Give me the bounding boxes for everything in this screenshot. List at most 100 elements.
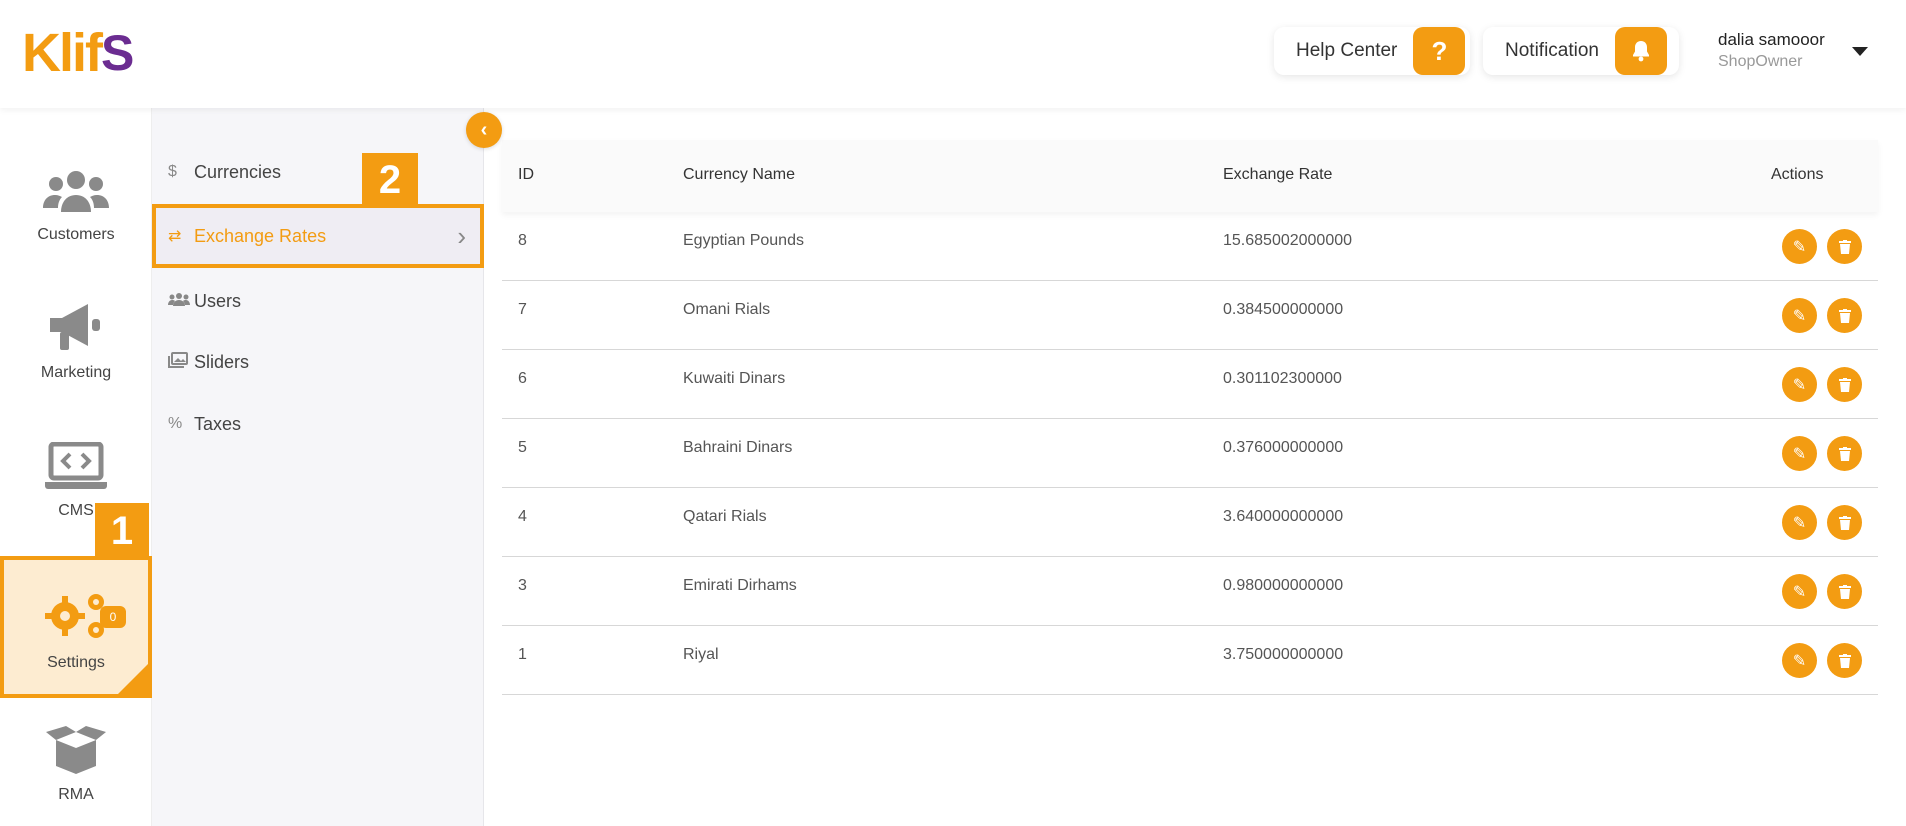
megaphone-icon xyxy=(50,304,100,350)
users-icon xyxy=(168,292,194,311)
cell-exchange-rate: 0.301102300000 xyxy=(1223,370,1342,387)
column-header-actions: Actions xyxy=(1771,166,1824,183)
table-row: 6 Kuwaiti Dinars 0.301102300000 ✎ xyxy=(502,350,1878,419)
submenu-item-label: Exchange Rates xyxy=(194,225,327,246)
top-bar: Klif S Help Center ? Notification dalia s… xyxy=(0,0,1906,108)
question-icon[interactable]: ? xyxy=(1413,27,1466,75)
step-marker-2: 2 xyxy=(362,153,418,207)
trash-icon[interactable] xyxy=(1827,367,1862,402)
cell-id: 8 xyxy=(518,232,527,249)
cell-id: 3 xyxy=(518,577,527,594)
logo-text-main: Klif xyxy=(22,23,103,83)
nav-customers-label: Customers xyxy=(37,226,115,243)
cell-exchange-rate: 3.640000000000 xyxy=(1223,508,1344,525)
cell-currency-name: Qatari Rials xyxy=(683,508,767,525)
chevron-down-icon[interactable] xyxy=(1852,47,1868,56)
nav-marketing[interactable]: Marketing xyxy=(0,266,152,404)
logo[interactable]: Klif S xyxy=(22,23,134,83)
cell-id: 6 xyxy=(518,370,527,387)
row-actions: ✎ xyxy=(1782,574,1862,609)
table-row: 1 Riyal 3.750000000000 ✎ xyxy=(502,626,1878,695)
notification-button[interactable]: Notification xyxy=(1483,27,1679,75)
rma-count-badge: 0 xyxy=(100,606,126,628)
column-header-exchange-rate: Exchange Rate xyxy=(1223,166,1333,183)
exchange-icon: ⇄ xyxy=(168,228,182,245)
cell-exchange-rate: 15.685002000000 xyxy=(1223,232,1353,249)
nav-marketing-label: Marketing xyxy=(40,364,112,381)
cell-exchange-rate: 0.376000000000 xyxy=(1223,439,1344,456)
cell-currency-name: Kuwaiti Dinars xyxy=(683,370,786,387)
edit-icon[interactable]: ✎ xyxy=(1782,643,1817,678)
submenu-item-currencies[interactable]: $ Currencies xyxy=(152,142,484,202)
submenu-item-label: Currencies xyxy=(194,161,282,182)
cell-exchange-rate: 0.384500000000 xyxy=(1223,301,1344,318)
edit-icon[interactable]: ✎ xyxy=(1782,298,1817,333)
cell-currency-name: Riyal xyxy=(683,646,719,663)
table-row: 3 Emirati Dirhams 0.980000000000 ✎ xyxy=(502,557,1878,626)
row-actions: ✎ xyxy=(1782,298,1862,333)
trash-icon[interactable] xyxy=(1827,229,1862,264)
dollar-icon: $ xyxy=(168,163,177,180)
column-header-id: ID xyxy=(518,166,534,183)
trash-icon[interactable] xyxy=(1827,574,1862,609)
nav-settings-label: Settings xyxy=(47,654,105,671)
table-row: 5 Bahraini Dinars 0.376000000000 ✎ xyxy=(502,419,1878,488)
submenu-item-taxes[interactable]: % Taxes xyxy=(152,394,484,454)
cell-currency-name: Omani Rials xyxy=(683,301,771,318)
exchange-rates-table: ID Currency Name Exchange Rate Actions 8… xyxy=(502,140,1878,695)
open-box-icon xyxy=(46,726,106,774)
cell-id: 4 xyxy=(518,508,527,525)
cell-currency-name: Bahraini Dinars xyxy=(683,439,793,456)
cell-id: 5 xyxy=(518,439,527,456)
bell-icon[interactable] xyxy=(1615,27,1667,75)
edit-icon[interactable]: ✎ xyxy=(1782,574,1817,609)
edit-icon[interactable]: ✎ xyxy=(1782,505,1817,540)
code-laptop-icon xyxy=(45,442,107,489)
submenu-item-users[interactable]: Users xyxy=(152,271,484,331)
logo-text-accent: S xyxy=(101,25,134,81)
nav-settings[interactable]: Settings xyxy=(0,556,152,698)
edit-icon[interactable]: ✎ xyxy=(1782,367,1817,402)
table-row: 7 Omani Rials 0.384500000000 ✎ xyxy=(502,281,1878,350)
help-center-button[interactable]: Help Center ? xyxy=(1274,27,1470,75)
edit-icon[interactable]: ✎ xyxy=(1782,229,1817,264)
table-row: 8 Egyptian Pounds 15.685002000000 ✎ xyxy=(502,212,1878,281)
table-row: 4 Qatari Rials 3.640000000000 ✎ xyxy=(502,488,1878,557)
submenu-item-sliders[interactable]: Sliders xyxy=(152,332,484,392)
percent-icon: % xyxy=(168,415,183,432)
cell-id: 7 xyxy=(518,301,527,318)
row-actions: ✎ xyxy=(1782,229,1862,264)
nav-rma-label: RMA xyxy=(58,786,94,803)
edit-icon[interactable]: ✎ xyxy=(1782,436,1817,471)
user-role: ShopOwner xyxy=(1718,53,1803,70)
row-actions: ✎ xyxy=(1782,367,1862,402)
nav-rma[interactable]: RMA xyxy=(0,698,152,826)
user-name: dalia samooor xyxy=(1718,30,1825,49)
cell-exchange-rate: 0.980000000000 xyxy=(1223,577,1344,594)
notification-label: Notification xyxy=(1505,40,1599,61)
row-actions: ✎ xyxy=(1782,505,1862,540)
nav-cms-label: CMS xyxy=(58,502,94,519)
nav-customers[interactable]: Customers xyxy=(0,128,152,266)
help-center-label: Help Center xyxy=(1296,40,1398,61)
row-actions: ✎ xyxy=(1782,436,1862,471)
submenu-item-label: Taxes xyxy=(194,413,242,434)
trash-icon[interactable] xyxy=(1827,505,1862,540)
row-actions: ✎ xyxy=(1782,643,1862,678)
submenu-item-exchange-rates[interactable]: ⇄ Exchange Rates › xyxy=(152,204,484,268)
column-header-currency-name: Currency Name xyxy=(683,166,796,183)
chevron-left-icon: ‹ xyxy=(480,118,488,141)
settings-submenu: $ Currencies ⇄ Exchange Rates › Users Sl… xyxy=(152,108,484,826)
user-menu[interactable]: dalia samooor ShopOwner xyxy=(1718,30,1825,71)
images-icon xyxy=(168,351,194,373)
submenu-item-label: Sliders xyxy=(194,351,250,372)
submenu-item-label: Users xyxy=(194,290,242,311)
cell-currency-name: Egyptian Pounds xyxy=(683,232,804,249)
trash-icon[interactable] xyxy=(1827,643,1862,678)
trash-icon[interactable] xyxy=(1827,298,1862,333)
collapse-sidebar-button[interactable]: ‹ xyxy=(466,112,502,148)
table-header: ID Currency Name Exchange Rate Actions xyxy=(502,140,1878,212)
cell-currency-name: Emirati Dirhams xyxy=(683,577,797,594)
cell-exchange-rate: 3.750000000000 xyxy=(1223,646,1344,663)
trash-icon[interactable] xyxy=(1827,436,1862,471)
